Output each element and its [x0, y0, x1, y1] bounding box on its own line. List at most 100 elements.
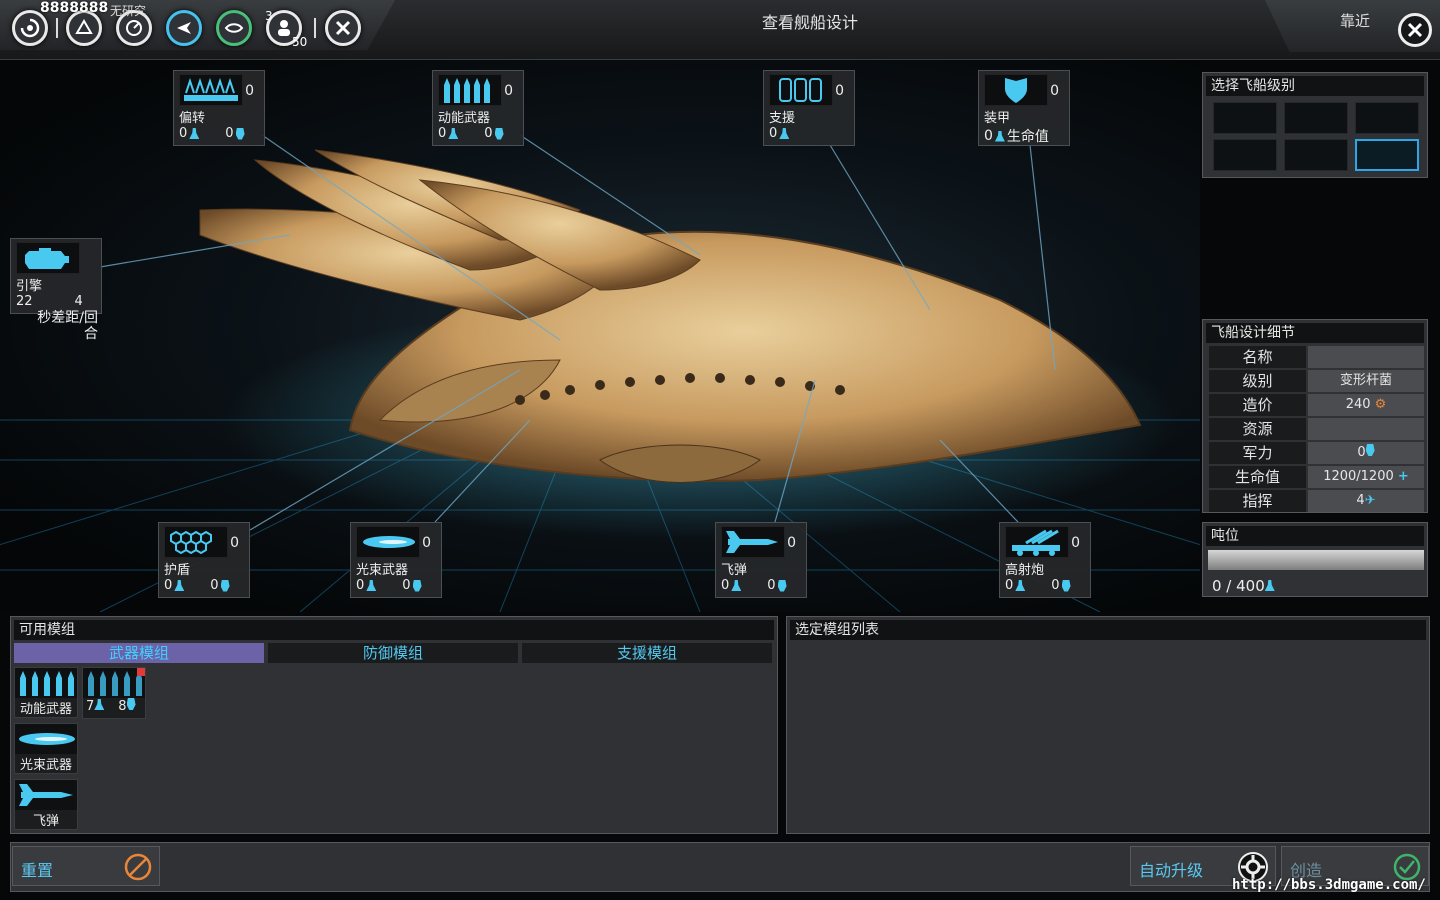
- zoom-button[interactable]: 靠近: [1340, 10, 1370, 31]
- shield-icon: [164, 526, 228, 558]
- slot-beam-weapon[interactable]: 0 光束武器 00: [350, 522, 442, 598]
- detail-row-cost: 造价 240 ⚙: [1209, 394, 1424, 416]
- production-icon: ⚙: [1374, 397, 1387, 412]
- research-status: 无研究: [110, 4, 147, 18]
- power-icon: [777, 579, 787, 592]
- slot-count: 0: [504, 83, 513, 99]
- slot-label: 护盾: [164, 563, 191, 578]
- crew-icon: [731, 580, 742, 591]
- kinetic-weapon-icon: [83, 668, 145, 698]
- slot-stats: 0: [769, 126, 849, 141]
- notification-badge: 3: [265, 9, 273, 23]
- module-kinetic-weapon-upgrade[interactable]: 78: [82, 667, 146, 719]
- crew-icon: [448, 128, 459, 139]
- slot-label: 引擎: [16, 279, 43, 294]
- cancel-icon: [124, 853, 152, 881]
- power-icon: [126, 698, 136, 710]
- tab-defense[interactable]: 防御模组: [268, 643, 518, 663]
- slot-missile[interactable]: 0 飞弹 00: [715, 522, 807, 598]
- beam-weapon-icon: [15, 724, 77, 754]
- ship-class-option[interactable]: [1213, 102, 1277, 134]
- ship-class-option[interactable]: [1284, 102, 1348, 134]
- ship-class-option-selected[interactable]: [1355, 139, 1419, 171]
- tonnage-value: 0 / 400: [1212, 577, 1275, 595]
- module-beam-weapon[interactable]: 光束武器: [14, 723, 78, 774]
- slot-shield[interactable]: 0 护盾 00: [158, 522, 250, 598]
- slot-count: 0: [1050, 83, 1059, 99]
- slot-count: 0: [245, 83, 254, 99]
- slot-stats: 00: [164, 578, 244, 593]
- crew-icon: [174, 580, 185, 591]
- settings-icon[interactable]: [325, 10, 361, 46]
- module-kinetic-weapon[interactable]: 动能武器: [14, 667, 78, 718]
- detail-row-class: 级别 变形杆菌: [1209, 370, 1424, 392]
- power-icon: [412, 579, 422, 592]
- ship-name-field[interactable]: [1308, 346, 1424, 368]
- detail-row-name: 名称: [1209, 346, 1424, 368]
- slot-label: 光束武器: [356, 563, 409, 578]
- slot-stats: 00: [356, 578, 436, 593]
- detail-row-hp: 生命值 1200/1200 +: [1209, 466, 1424, 488]
- available-modules-title: 可用模组: [14, 620, 774, 640]
- tab-weapons[interactable]: 武器模组: [14, 643, 264, 663]
- slot-count: 0: [835, 83, 844, 99]
- slot-flak[interactable]: 0 高射炮 00: [999, 522, 1091, 598]
- slot-stats: 00: [1005, 578, 1085, 593]
- crew-icon: [779, 128, 790, 139]
- ship-class-option[interactable]: [1213, 139, 1277, 171]
- ship-class-option[interactable]: [1355, 102, 1419, 134]
- ship-design-screen: 8888888 无研究 3 50 查看舰船设计 靠近 0 偏转 0 0 0 动能…: [0, 0, 1440, 900]
- power-icon: [220, 579, 230, 592]
- tonnage-panel: 吨位 0 / 400: [1202, 522, 1428, 597]
- slot-kinetic-weapon[interactable]: 0 动能武器 00: [432, 70, 524, 146]
- close-button[interactable]: [1398, 13, 1432, 47]
- detail-row-resource: 资源: [1209, 418, 1424, 440]
- crew-icon: [366, 580, 377, 591]
- watermark: http://bbs.3dmgame.com/: [1232, 877, 1426, 893]
- support-icon: [769, 74, 833, 106]
- ship-class-panel: 选择飞船级别: [1202, 72, 1428, 178]
- population-badge: 50: [292, 35, 308, 49]
- page-title: 查看舰船设计: [761, 13, 858, 32]
- slot-label: 动能武器: [438, 111, 491, 126]
- ship-design-icon[interactable]: [166, 10, 202, 46]
- slot-support[interactable]: 0 支援 0: [763, 70, 855, 146]
- crew-icon: [94, 699, 105, 710]
- crew-icon: [994, 130, 1005, 142]
- reset-button[interactable]: 重置: [12, 846, 160, 886]
- crew-icon: [1264, 580, 1275, 591]
- slot-stats: 00: [721, 578, 801, 593]
- close-icon: [1407, 22, 1423, 38]
- missile-icon: [15, 780, 77, 810]
- kinetic-weapon-icon: [15, 668, 77, 698]
- deflector-icon: [179, 74, 243, 106]
- missile-icon: [721, 526, 785, 558]
- power-icon: [1365, 444, 1375, 456]
- tonnage-bar: [1208, 550, 1424, 570]
- ship-class-option[interactable]: [1284, 139, 1348, 171]
- slot-armor[interactable]: 0 装甲 0 生命值: [978, 70, 1070, 146]
- slot-deflector[interactable]: 0 偏转 00: [173, 70, 265, 146]
- available-modules-panel: 可用模组 武器模组 防御模组 支援模组 动能武器 78 光束武器 飞弹: [10, 616, 778, 834]
- selected-modules-title: 选定模组列表: [790, 620, 1426, 640]
- engine-unit-label: 秒差距/回合: [37, 310, 98, 342]
- research-points: 8888888: [40, 0, 109, 16]
- tab-support[interactable]: 支援模组: [522, 643, 772, 663]
- power-icon: [494, 127, 504, 140]
- engine-icon: [16, 242, 80, 274]
- crew-icon: [189, 128, 200, 139]
- slot-engine[interactable]: 引擎 22 4: [10, 238, 102, 314]
- nav-separator: [56, 18, 58, 38]
- crew-icon: [1015, 580, 1026, 591]
- slot-label: 飞弹: [721, 563, 748, 578]
- slot-stats: 0 生命值: [984, 128, 1049, 145]
- slot-label: 高射炮: [1005, 563, 1045, 578]
- slot-count: 0: [787, 535, 796, 551]
- power-icon: [235, 127, 245, 140]
- slot-label: 偏转: [179, 111, 206, 126]
- flak-icon: [1005, 526, 1069, 558]
- module-missile[interactable]: 飞弹: [14, 779, 78, 830]
- slot-label: 装甲: [984, 111, 1011, 126]
- command-icon: ✈: [1364, 493, 1376, 508]
- diplomacy-icon[interactable]: [216, 10, 252, 46]
